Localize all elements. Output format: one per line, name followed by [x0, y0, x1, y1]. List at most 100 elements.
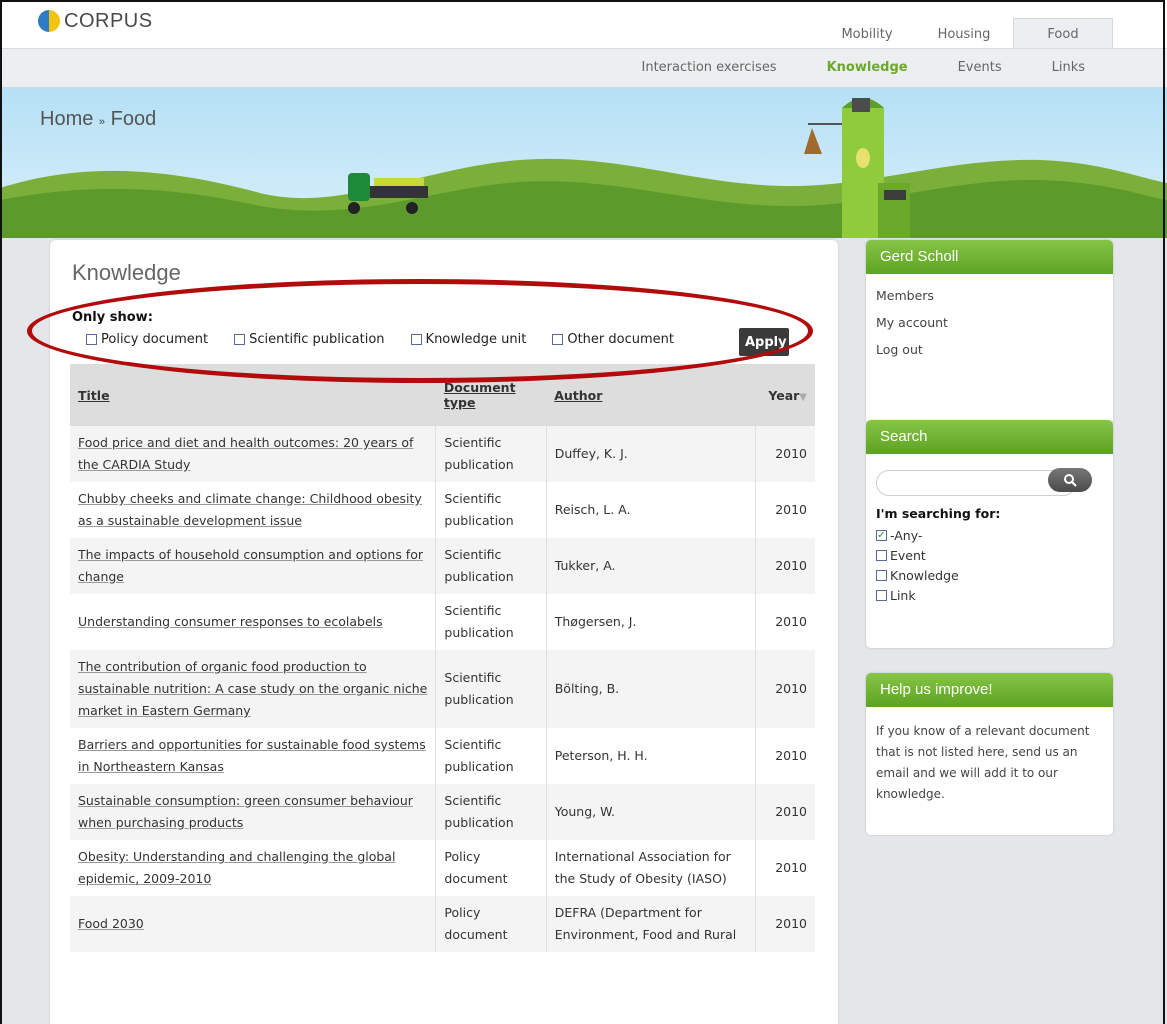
link-log-out[interactable]: Log out — [876, 342, 1103, 357]
checkbox[interactable] — [876, 549, 887, 561]
help-text: If you know of a relevant document that … — [876, 724, 1090, 801]
filter-policy-document[interactable]: Policy document — [86, 332, 208, 347]
user-name: Gerd Scholl — [866, 240, 1113, 274]
help-title: Help us improve! — [866, 673, 1113, 707]
user-links: Members My account Log out — [866, 274, 1113, 379]
table-row: Obesity: Understanding and challenging t… — [70, 840, 815, 896]
filter-knowledge-unit[interactable]: Knowledge unit — [410, 332, 526, 347]
filter-label-other: Other document — [567, 332, 674, 347]
document-author: Duffey, K. J. — [546, 426, 757, 482]
breadcrumb: Home » Food — [40, 108, 156, 131]
option-any[interactable]: ✓ -Any- — [876, 525, 1103, 545]
filter-other-document[interactable]: Other document — [552, 332, 674, 347]
column-year[interactable]: Year▼ — [755, 364, 815, 426]
search-input[interactable] — [876, 470, 1076, 496]
checkbox[interactable] — [86, 334, 97, 345]
document-year: 2010 — [755, 896, 815, 952]
document-title-link[interactable]: The contribution of organic food product… — [70, 650, 437, 728]
subnav-events[interactable]: Events — [958, 60, 1002, 75]
document-type: Scientific publication — [435, 594, 547, 650]
document-year: 2010 — [755, 538, 815, 594]
option-link[interactable]: Link — [876, 585, 1103, 605]
table-row: Food price and diet and health outcomes:… — [70, 426, 815, 482]
table-row: Understanding consumer responses to ecol… — [70, 594, 815, 650]
checkbox[interactable] — [410, 334, 422, 345]
checkbox[interactable] — [876, 589, 887, 601]
document-title-link[interactable]: Understanding consumer responses to ecol… — [70, 594, 437, 650]
document-type: Scientific publication — [435, 426, 547, 482]
page-title: Knowledge — [72, 260, 181, 285]
filter-label: Only show: — [72, 310, 153, 325]
logo-text: CORPUS — [64, 9, 153, 32]
search-title: Search — [866, 420, 1113, 454]
document-title-link[interactable]: Barriers and opportunities for sustainab… — [70, 728, 437, 784]
document-author: Tukker, A. — [546, 538, 757, 594]
document-year: 2010 — [755, 728, 815, 784]
column-author[interactable]: Author — [546, 364, 756, 426]
apply-button[interactable]: Apply — [739, 328, 789, 356]
subnav-interaction-exercises[interactable]: Interaction exercises — [642, 60, 777, 75]
table-row: The impacts of household consumption and… — [70, 538, 815, 594]
checkbox[interactable] — [876, 569, 887, 581]
checkbox[interactable] — [234, 334, 246, 345]
filter-label-policy: Policy document — [101, 332, 209, 347]
subnav-links[interactable]: Links — [1052, 60, 1085, 75]
searching-for-label: I'm searching for: — [876, 506, 1001, 521]
tab-food[interactable]: Food — [1013, 18, 1113, 48]
help-card: Help us improve! If you know of a releva… — [866, 673, 1113, 835]
document-author: DEFRA (Department for Environment, Food … — [546, 896, 757, 952]
document-year: 2010 — [755, 650, 815, 728]
document-year: 2010 — [755, 426, 815, 482]
document-type: Scientific publication — [435, 784, 547, 840]
document-author: Bölting, B. — [546, 650, 757, 728]
document-author: Reisch, L. A. — [546, 482, 757, 538]
column-title[interactable]: Title — [70, 364, 436, 426]
document-year: 2010 — [755, 594, 815, 650]
filter-label-scientific: Scientific publication — [249, 332, 385, 347]
link-my-account[interactable]: My account — [876, 315, 1103, 330]
search-body: I'm searching for: ✓ -Any- Event Knowledg… — [866, 454, 1113, 615]
document-title-link[interactable]: Food price and diet and health outcomes:… — [70, 426, 437, 482]
table-row: Sustainable consumption: green consumer … — [70, 784, 815, 840]
sub-nav: Interaction exercises Knowledge Events L… — [592, 60, 1086, 75]
link-members[interactable]: Members — [876, 288, 1103, 303]
document-type: Scientific publication — [435, 482, 547, 538]
document-title-link[interactable]: Chubby cheeks and climate change: Childh… — [70, 482, 437, 538]
column-document-type[interactable]: Document type — [435, 364, 547, 426]
tab-mobility[interactable]: Mobility — [819, 18, 915, 48]
user-card: Gerd Scholl Members My account Log out — [866, 240, 1113, 424]
document-author: Peterson, H. H. — [546, 728, 757, 784]
document-type: Policy document — [435, 840, 547, 896]
checkbox[interactable] — [552, 334, 564, 345]
knowledge-panel: Knowledge Only show: Policy document Sci… — [27, 240, 838, 1024]
document-type: Scientific publication — [435, 650, 547, 728]
filter-scientific-publication[interactable]: Scientific publication — [234, 332, 385, 347]
banner: Home » Food — [0, 88, 1167, 238]
document-title-link[interactable]: Obesity: Understanding and challenging t… — [70, 840, 437, 896]
option-knowledge[interactable]: Knowledge — [876, 565, 1103, 585]
document-title-link[interactable]: The impacts of household consumption and… — [70, 538, 437, 594]
option-event[interactable]: Event — [876, 545, 1103, 565]
tab-housing[interactable]: Housing — [915, 18, 1013, 48]
sort-arrow-icon: ▼ — [799, 391, 807, 403]
corpus-logo[interactable]: CORPUS — [38, 8, 153, 34]
search-button[interactable] — [1048, 468, 1092, 492]
breadcrumb-home[interactable]: Home — [40, 108, 93, 130]
table-row: Food 2030 Policy document DEFRA (Departmen… — [70, 896, 815, 952]
main-tabs: Mobility Housing Food — [819, 18, 1113, 48]
checkbox-checked-icon[interactable]: ✓ — [876, 529, 887, 541]
sub-nav-bar: Interaction exercises Knowledge Events L… — [0, 49, 1167, 88]
document-title-link[interactable]: Sustainable consumption: green consumer … — [70, 784, 437, 840]
table-row: The contribution of organic food product… — [70, 650, 815, 728]
hills-illustration — [0, 98, 1167, 238]
subnav-knowledge[interactable]: Knowledge — [827, 60, 908, 75]
breadcrumb-current: Food — [110, 108, 157, 130]
document-type: Policy document — [435, 896, 547, 952]
table-row: Chubby cheeks and climate change: Childh… — [70, 482, 815, 538]
document-author: Young, W. — [546, 784, 757, 840]
breadcrumb-separator: » — [98, 116, 106, 128]
document-title-link[interactable]: Food 2030 — [70, 896, 437, 952]
table-row: Barriers and opportunities for sustainab… — [70, 728, 815, 784]
document-author: Thøgersen, J. — [546, 594, 757, 650]
document-type: Scientific publication — [435, 538, 547, 594]
